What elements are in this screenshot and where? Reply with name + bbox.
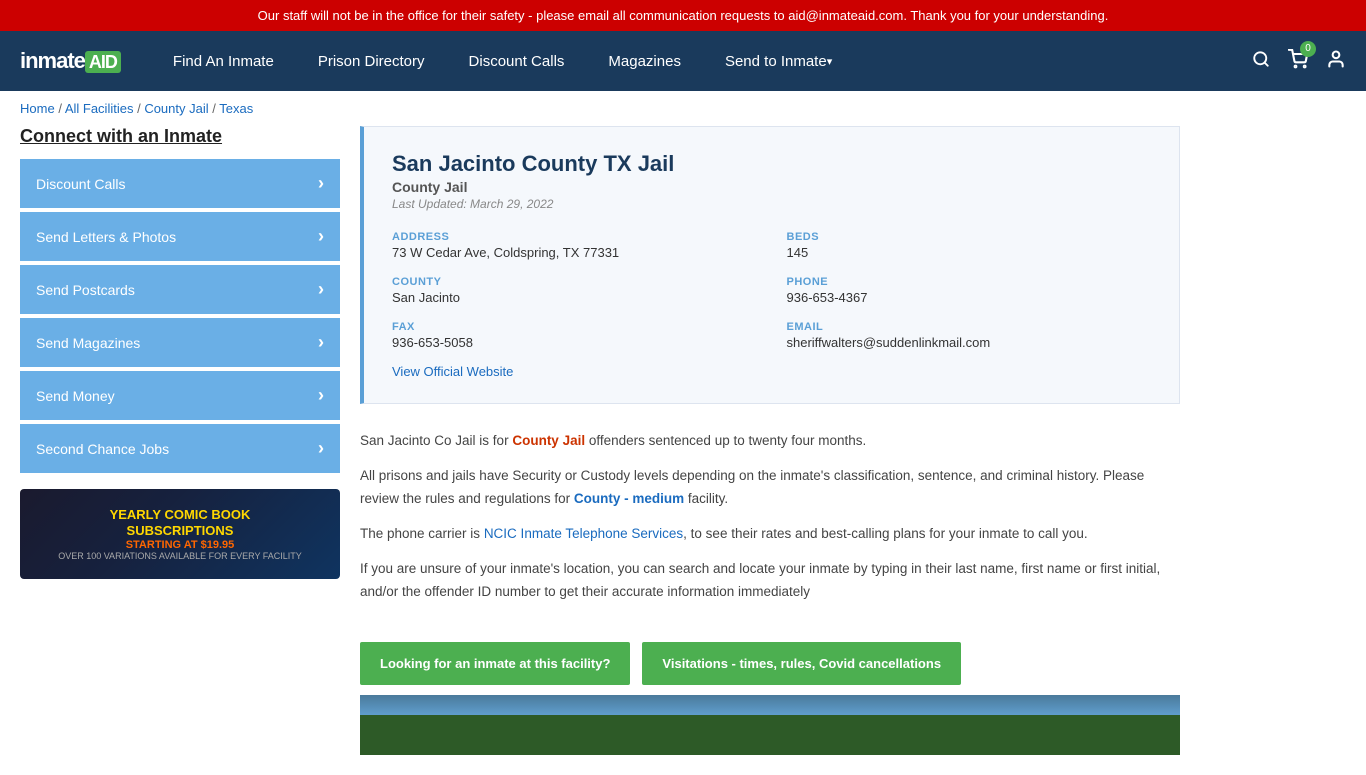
alert-banner: Our staff will not be in the office for … [0,0,1366,31]
sidebar-send-postcards[interactable]: Send Postcards › [20,265,340,314]
breadcrumb-home[interactable]: Home [20,101,55,116]
sidebar-send-money[interactable]: Send Money › [20,371,340,420]
county-label: COUNTY [392,276,757,288]
email-label: EMAIL [787,321,1152,333]
brand-name: inmateAID [20,48,121,74]
sidebar: Connect with an Inmate Discount Calls › … [20,126,340,755]
phone-value: 936-653-4367 [787,290,1152,305]
phone-label: PHONE [787,276,1152,288]
county-item: COUNTY San Jacinto [392,276,757,305]
fax-value: 936-653-5058 [392,335,757,350]
cart-icon[interactable]: 0 [1288,49,1308,74]
fax-label: FAX [392,321,757,333]
sidebar-send-letters[interactable]: Send Letters & Photos › [20,212,340,261]
county-medium-link[interactable]: County - medium [574,491,684,506]
email-item: EMAIL sheriffwalters@suddenlinkmail.com [787,321,1152,350]
facility-info-grid: ADDRESS 73 W Cedar Ave, Coldspring, TX 7… [392,231,1151,350]
breadcrumb-county-jail[interactable]: County Jail [144,101,208,116]
county-value: San Jacinto [392,290,757,305]
website-link[interactable]: View Official Website [392,364,513,379]
nav-prison-directory[interactable]: Prison Directory [296,31,447,91]
facility-name: San Jacinto County TX Jail [392,151,1151,177]
address-item: ADDRESS 73 W Cedar Ave, Coldspring, TX 7… [392,231,757,260]
phone-item: PHONE 936-653-4367 [787,276,1152,305]
beds-label: BEDS [787,231,1152,243]
sidebar-ad[interactable]: YEARLY COMIC BOOKSUBSCRIPTIONS STARTING … [20,489,340,579]
cta-find-inmate[interactable]: Looking for an inmate at this facility? [360,642,630,685]
sidebar-ad-content: YEARLY COMIC BOOKSUBSCRIPTIONS STARTING … [58,507,302,560]
facility-type: County Jail [392,179,1151,195]
desc-para-4: If you are unsure of your inmate's locat… [360,558,1180,604]
sidebar-title: Connect with an Inmate [20,126,340,147]
sidebar-send-magazines[interactable]: Send Magazines › [20,318,340,367]
arrow-icon: › [318,226,324,247]
facility-updated: Last Updated: March 29, 2022 [392,197,1151,211]
alert-text: Our staff will not be in the office for … [258,8,1109,23]
arrow-icon: › [318,279,324,300]
desc-para-2: All prisons and jails have Security or C… [360,465,1180,511]
county-jail-link[interactable]: County Jail [512,433,585,448]
desc-para-3: The phone carrier is NCIC Inmate Telepho… [360,523,1180,546]
sidebar-second-chance[interactable]: Second Chance Jobs › [20,424,340,473]
ad-subtitle: STARTING AT $19.95 [58,539,302,551]
sidebar-discount-calls[interactable]: Discount Calls › [20,159,340,208]
facility-card: San Jacinto County TX Jail County Jail L… [360,126,1180,404]
nav-right: 0 [1252,49,1346,74]
user-icon[interactable] [1326,49,1346,74]
beds-value: 145 [787,245,1152,260]
facility-description: San Jacinto Co Jail is for County Jail o… [360,420,1180,632]
fax-item: FAX 936-653-5058 [392,321,757,350]
main-content: Connect with an Inmate Discount Calls › … [0,126,1200,775]
nav-find-inmate[interactable]: Find An Inmate [151,31,296,91]
ncic-link[interactable]: NCIC Inmate Telephone Services [484,526,683,541]
arrow-icon: › [318,385,324,406]
search-icon[interactable] [1252,50,1270,73]
desc-para-1: San Jacinto Co Jail is for County Jail o… [360,430,1180,453]
cta-buttons: Looking for an inmate at this facility? … [360,642,1180,685]
breadcrumb: Home / All Facilities / County Jail / Te… [0,91,1366,126]
arrow-icon: › [318,173,324,194]
nav-discount-calls[interactable]: Discount Calls [447,31,587,91]
cta-visitations[interactable]: Visitations - times, rules, Covid cancel… [642,642,961,685]
nav-links: Find An Inmate Prison Directory Discount… [151,31,1252,91]
facility-section: San Jacinto County TX Jail County Jail L… [360,126,1180,755]
ad-title: YEARLY COMIC BOOKSUBSCRIPTIONS [58,507,302,538]
navbar: inmateAID Find An Inmate Prison Director… [0,31,1366,91]
address-value: 73 W Cedar Ave, Coldspring, TX 77331 [392,245,757,260]
address-label: ADDRESS [392,231,757,243]
arrow-icon: › [318,332,324,353]
ad-small: OVER 100 VARIATIONS AVAILABLE FOR EVERY … [58,551,302,561]
cart-count: 0 [1300,41,1316,57]
nav-send-to-inmate[interactable]: Send to Inmate [703,31,854,91]
breadcrumb-all-facilities[interactable]: All Facilities [65,101,134,116]
beds-item: BEDS 145 [787,231,1152,260]
facility-image-strip [360,695,1180,755]
arrow-icon: › [318,438,324,459]
nav-magazines[interactable]: Magazines [586,31,703,91]
brand-logo[interactable]: inmateAID [20,48,121,74]
breadcrumb-texas[interactable]: Texas [219,101,253,116]
email-value: sheriffwalters@suddenlinkmail.com [787,335,1152,350]
